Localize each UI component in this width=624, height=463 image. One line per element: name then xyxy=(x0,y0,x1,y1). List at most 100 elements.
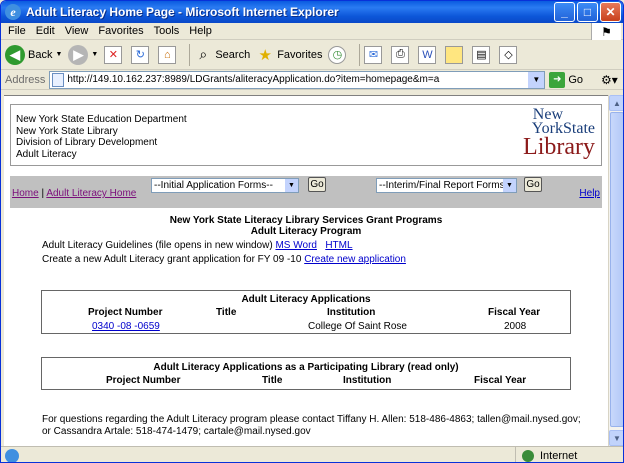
forward-button[interactable]: ▶ ▼ xyxy=(68,44,98,65)
column-header: Title xyxy=(262,375,283,386)
refresh-button[interactable]: ↻ xyxy=(131,45,152,64)
column-header: Project Number xyxy=(106,375,181,386)
address-dropdown-icon[interactable]: ▼ xyxy=(528,71,545,88)
guidelines-line: Adult Literacy Guidelines (file opens in… xyxy=(42,240,353,251)
toolbar-separator xyxy=(189,43,191,66)
address-bar: Address http://149.10.162.237:8989/LDGra… xyxy=(1,70,623,90)
scroll-thumb[interactable] xyxy=(610,112,623,427)
maximize-button[interactable]: □ xyxy=(577,2,598,22)
home-icon: ⌂ xyxy=(158,45,177,64)
address-input[interactable]: http://149.10.162.237:8989/LDGrants/alit… xyxy=(49,70,546,89)
menu-favorites[interactable]: Favorites xyxy=(98,25,143,37)
home-link[interactable]: Home xyxy=(12,188,39,199)
window-title: Adult Literacy Home Page - Microsoft Int… xyxy=(26,5,339,19)
research-button[interactable]: ▤ xyxy=(472,45,493,64)
table-caption: Adult Literacy Applications xyxy=(241,294,371,305)
interim-forms-value: --Interim/Final Report Forms-- xyxy=(379,180,512,191)
security-zone: Internet xyxy=(515,447,623,462)
column-header: Title xyxy=(216,307,237,318)
scroll-up-icon[interactable]: ▲ xyxy=(609,95,623,111)
contact-footer: For questions regarding the Adult Litera… xyxy=(42,414,581,437)
column-header: Project Number xyxy=(88,307,163,318)
menu-view[interactable]: View xyxy=(65,25,89,37)
interim-forms-go-button[interactable]: Go xyxy=(524,177,542,192)
html-link[interactable]: HTML xyxy=(325,240,352,251)
home-button[interactable]: ⌂ xyxy=(158,45,179,64)
create-text: Create a new Adult Literacy grant applic… xyxy=(42,254,302,265)
toolbar-separator xyxy=(359,43,361,66)
mail-button[interactable]: ✉ xyxy=(364,45,385,64)
logo-line: Library xyxy=(523,134,595,160)
vertical-scrollbar[interactable]: ▲ ▼ xyxy=(608,95,623,446)
search-icon: ⌕ xyxy=(199,46,208,62)
page-status-icon xyxy=(5,448,19,462)
go-label: Go xyxy=(568,73,583,86)
back-button[interactable]: ◀ Back ▼ xyxy=(5,44,63,65)
toolbar: ◀ Back ▼ ▶ ▼ ✕ ↻ ⌂ ⌕ Search ★ Favorites … xyxy=(1,40,623,70)
table-cell-fiscal-year: 2008 xyxy=(504,321,527,332)
column-header: Institution xyxy=(343,375,392,386)
menu-help[interactable]: Help xyxy=(189,25,212,37)
guidelines-text: Adult Literacy Guidelines (file opens in… xyxy=(42,240,273,251)
star-icon: ★ xyxy=(258,46,272,64)
initial-forms-select[interactable]: --Initial Application Forms-- ▼ xyxy=(151,178,299,193)
applications-table: Adult Literacy Applications Project Numb… xyxy=(41,290,571,334)
back-arrow-icon: ◀ xyxy=(5,44,25,65)
links-icon[interactable]: ⚙▾ xyxy=(601,72,619,88)
minimize-button[interactable]: _ xyxy=(554,2,575,22)
print-button[interactable]: ⎙ xyxy=(391,45,412,64)
address-url: http://149.10.162.237:8989/LDGrants/alit… xyxy=(67,74,440,85)
note-icon xyxy=(445,45,464,64)
help-link[interactable]: Help xyxy=(579,188,600,199)
table-caption: Adult Literacy Applications as a Partici… xyxy=(153,362,459,373)
edit-button[interactable]: W xyxy=(418,45,439,64)
table-cell-institution: College Of Saint Rose xyxy=(308,321,407,332)
messenger-button[interactable]: ◇ xyxy=(499,45,520,64)
breadcrumb: Home | Adult Literacy Home xyxy=(12,188,136,199)
menu-bar: File Edit View Favorites Tools Help ⚑ xyxy=(1,23,623,40)
back-label: Back xyxy=(28,48,53,61)
favorites-button[interactable]: ★ Favorites xyxy=(256,46,322,64)
ms-word-link[interactable]: MS Word xyxy=(275,240,317,251)
close-button[interactable]: ✕ xyxy=(600,2,621,22)
adult-literacy-home-link[interactable]: Adult Literacy Home xyxy=(46,188,136,199)
chevron-down-icon: ▼ xyxy=(503,179,516,192)
title-bar: e Adult Literacy Home Page - Microsoft I… xyxy=(1,1,623,23)
menu-file[interactable]: File xyxy=(8,25,26,37)
browser-window: e Adult Literacy Home Page - Microsoft I… xyxy=(0,0,624,463)
windows-flag-icon: ⚑ xyxy=(591,23,621,40)
initial-forms-go-button[interactable]: Go xyxy=(308,177,326,192)
breadcrumb-separator: | xyxy=(41,188,45,199)
status-bar: Internet xyxy=(1,446,623,462)
go-arrow-icon: ➜ xyxy=(549,71,566,88)
word-icon: W xyxy=(418,45,437,64)
project-number-link[interactable]: 0340 -08 -0659 xyxy=(92,321,160,332)
search-button[interactable]: ⌕ Search xyxy=(194,46,250,64)
menu-tools[interactable]: Tools xyxy=(154,25,180,37)
scroll-down-icon[interactable]: ▼ xyxy=(609,430,623,446)
globe-icon xyxy=(522,449,534,462)
page-viewport: New York State Education Department New … xyxy=(4,95,608,446)
forward-arrow-icon: ▶ xyxy=(68,44,89,65)
history-button[interactable]: ◷ xyxy=(328,45,349,64)
interim-forms-select[interactable]: --Interim/Final Report Forms-- ▼ xyxy=(376,178,517,193)
nys-library-logo: New YorkState Library xyxy=(507,107,595,162)
notes-button[interactable] xyxy=(445,45,466,64)
column-header: Fiscal Year xyxy=(474,375,527,386)
address-label: Address xyxy=(5,73,46,86)
initial-forms-value: --Initial Application Forms-- xyxy=(154,180,273,191)
stop-button[interactable]: ✕ xyxy=(104,45,125,64)
column-header: Institution xyxy=(327,307,376,318)
refresh-icon: ↻ xyxy=(131,45,150,64)
go-button[interactable]: ➜ Go xyxy=(549,71,583,88)
chevron-down-icon: ▼ xyxy=(55,51,63,58)
participating-table: Adult Literacy Applications as a Partici… xyxy=(41,357,571,390)
stop-icon: ✕ xyxy=(104,45,123,64)
menu-edit[interactable]: Edit xyxy=(36,25,55,37)
program-title: New York State Literacy Library Services… xyxy=(169,215,443,226)
create-new-application-link[interactable]: Create new application xyxy=(304,254,406,265)
mail-icon: ✉ xyxy=(364,45,383,64)
program-subtitle: Adult Literacy Program xyxy=(250,226,362,237)
page-header: New York State Education Department New … xyxy=(10,104,602,166)
printer-icon: ⎙ xyxy=(391,45,410,64)
